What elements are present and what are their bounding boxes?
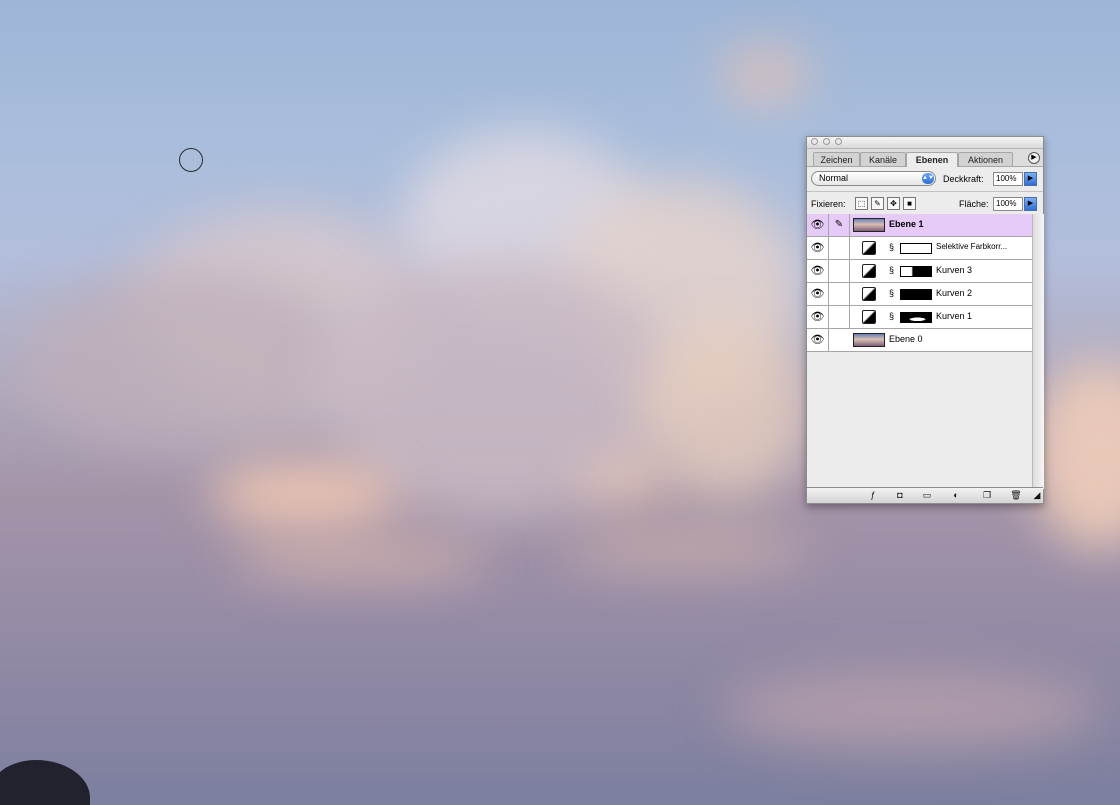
- cloud: [720, 45, 810, 105]
- layer-mask-thumbnail: [900, 289, 932, 300]
- eye-icon[interactable]: 👁: [807, 306, 829, 328]
- zoom-icon[interactable]: [835, 138, 842, 145]
- link-column[interactable]: [829, 237, 850, 259]
- paintbrush-icon: ✎: [829, 214, 850, 236]
- resize-grip-icon[interactable]: ◢: [1031, 489, 1043, 501]
- tab-aktionen[interactable]: Aktionen: [958, 152, 1013, 166]
- chevron-updown-icon: ▲▼: [922, 173, 934, 184]
- cloud: [20, 270, 350, 450]
- adjustment-layer-icon: [862, 287, 876, 301]
- palette-menu-icon[interactable]: ▶: [1028, 152, 1040, 164]
- cloud: [560, 530, 810, 570]
- link-chain-icon[interactable]: §: [889, 311, 894, 321]
- eye-icon[interactable]: 👁: [807, 260, 829, 282]
- eye-icon[interactable]: 👁: [807, 329, 829, 351]
- layer-thumbnail: [853, 218, 885, 232]
- close-icon[interactable]: [811, 138, 818, 145]
- tab-ebenen[interactable]: Ebenen: [906, 152, 958, 167]
- opacity-label: Deckkraft:: [943, 174, 984, 184]
- minimize-icon[interactable]: [823, 138, 830, 145]
- link-chain-icon[interactable]: §: [889, 242, 894, 252]
- new-group-icon[interactable]: ▭: [921, 489, 933, 501]
- layer-row-kurven-1[interactable]: 👁 § Kurven 1: [807, 306, 1032, 329]
- layer-row-selektive-farbkorrektur[interactable]: 👁 § Selektive Farbkorr...: [807, 237, 1032, 260]
- lock-label: Fixieren:: [811, 199, 846, 209]
- cloud: [210, 460, 400, 530]
- layer-name: Kurven 2: [936, 288, 973, 298]
- blend-row: Normal ▲▼ Deckkraft: 100% ▶: [807, 167, 1043, 192]
- link-column[interactable]: [829, 260, 850, 282]
- layers-list: 👁 ✎ Ebene 1 👁 § Selektive Farbkorr... 👁 …: [807, 214, 1032, 489]
- add-mask-icon[interactable]: ◘: [894, 489, 906, 501]
- layer-row-kurven-3[interactable]: 👁 § Kurven 3: [807, 260, 1032, 283]
- fill-label: Fläche:: [959, 199, 989, 209]
- blend-mode-value: Normal: [819, 173, 849, 183]
- adjustment-layer-icon: [862, 310, 876, 324]
- link-chain-icon[interactable]: §: [889, 288, 894, 298]
- new-adjustment-layer-icon[interactable]: ◐: [950, 489, 962, 501]
- lock-all-icon[interactable]: ■: [903, 197, 916, 210]
- layers-scrollbar[interactable]: [1032, 214, 1044, 489]
- layer-row-ebene-0[interactable]: 👁 Ebene 0: [807, 329, 1032, 352]
- eye-icon[interactable]: 👁: [807, 283, 829, 305]
- layer-row-kurven-2[interactable]: 👁 § Kurven 2: [807, 283, 1032, 306]
- layer-mask-thumbnail: [900, 266, 932, 277]
- blend-mode-select[interactable]: Normal ▲▼: [811, 171, 936, 186]
- cloud: [720, 670, 1100, 750]
- tab-kanaele[interactable]: Kanäle: [860, 152, 906, 166]
- cloud: [230, 540, 490, 580]
- adjustment-layer-icon: [862, 264, 876, 278]
- lock-pixels-icon[interactable]: ✎: [871, 197, 884, 210]
- layer-style-icon[interactable]: ƒ: [867, 489, 879, 501]
- eye-icon[interactable]: 👁: [807, 237, 829, 259]
- opacity-slider-icon[interactable]: ▶: [1024, 172, 1037, 186]
- opacity-input[interactable]: 100%: [993, 172, 1023, 186]
- new-layer-icon[interactable]: ❐: [981, 489, 993, 501]
- layer-name: Kurven 1: [936, 311, 973, 321]
- palette-tabs: Zeichen Kanäle Ebenen Aktionen ▶: [807, 149, 1043, 167]
- layer-name: Kurven 3: [936, 265, 973, 275]
- link-column[interactable]: [829, 306, 850, 328]
- cloud: [580, 460, 670, 500]
- lock-position-icon[interactable]: ✥: [887, 197, 900, 210]
- fill-slider-icon[interactable]: ▶: [1024, 197, 1037, 211]
- layer-row-ebene-1[interactable]: 👁 ✎ Ebene 1: [807, 214, 1032, 237]
- layer-name: Selektive Farbkorr...: [936, 242, 1008, 251]
- layer-mask-thumbnail: [900, 243, 932, 254]
- layers-palette: Zeichen Kanäle Ebenen Aktionen ▶ Normal …: [806, 136, 1044, 504]
- layer-thumbnail: [853, 333, 885, 347]
- brush-cursor-icon: [179, 148, 203, 172]
- link-column[interactable]: [829, 283, 850, 305]
- layer-mask-thumbnail: [900, 312, 932, 323]
- tab-zeichen[interactable]: Zeichen: [813, 152, 860, 166]
- eye-icon[interactable]: 👁: [807, 214, 829, 236]
- link-chain-icon[interactable]: §: [889, 265, 894, 275]
- dark-hill: [0, 760, 90, 805]
- lock-transparency-icon[interactable]: ⬚: [855, 197, 868, 210]
- palette-bottom-bar: ƒ ◘ ▭ ◐ ❐ 🗑 ◢: [807, 487, 1043, 503]
- trash-icon[interactable]: 🗑: [1010, 489, 1022, 501]
- layer-name: Ebene 0: [889, 334, 923, 344]
- palette-titlebar[interactable]: [807, 137, 1043, 149]
- fill-input[interactable]: 100%: [993, 197, 1023, 211]
- layer-name: Ebene 1: [889, 219, 924, 229]
- adjustment-layer-icon: [862, 241, 876, 255]
